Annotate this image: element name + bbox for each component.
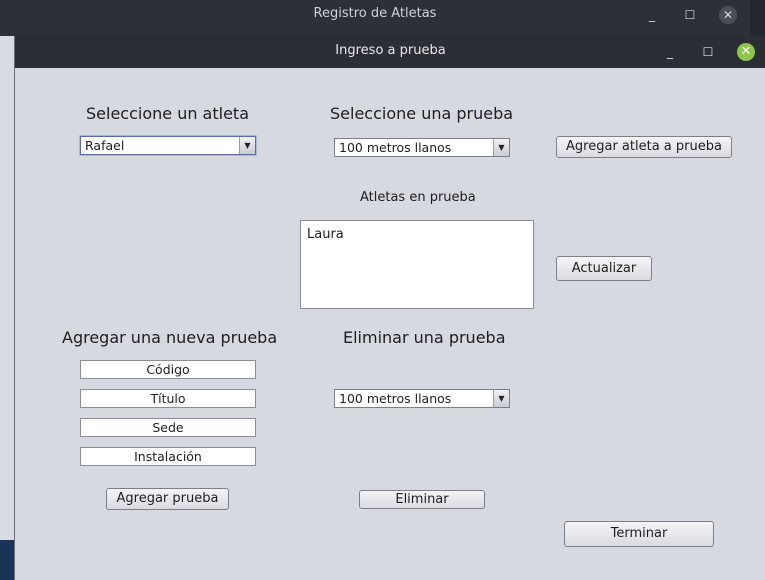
delete-button[interactable]: Eliminar bbox=[359, 490, 485, 509]
background-close-icon[interactable]: ✕ bbox=[719, 6, 737, 24]
athletes-in-event-list[interactable]: Laura bbox=[300, 220, 534, 309]
delete-event-combobox[interactable]: 100 metros llanos ▼ bbox=[334, 389, 510, 408]
athlete-combobox-value: Rafael bbox=[85, 138, 125, 153]
dialog-titlebar[interactable]: Ingreso a prueba _ ☐ ✕ bbox=[15, 36, 765, 68]
delete-event-heading: Eliminar una prueba bbox=[343, 328, 506, 347]
minimize-icon[interactable]: _ bbox=[661, 43, 679, 61]
background-window-body bbox=[0, 36, 14, 540]
select-athlete-heading: Seleccione un atleta bbox=[86, 104, 249, 123]
background-maximize-icon[interactable]: ☐ bbox=[681, 6, 699, 24]
maximize-icon[interactable]: ☐ bbox=[699, 43, 717, 61]
dialog-title: Ingreso a prueba bbox=[335, 43, 446, 58]
code-field[interactable]: Código bbox=[80, 360, 256, 379]
finish-button[interactable]: Terminar bbox=[564, 521, 714, 547]
title-field[interactable]: Título bbox=[80, 389, 256, 408]
delete-event-combobox-value: 100 metros llanos bbox=[339, 391, 452, 406]
athletes-in-event-label: Atletas en prueba bbox=[360, 190, 476, 205]
chevron-down-icon[interactable]: ▼ bbox=[239, 137, 255, 154]
background-minimize-icon[interactable]: _ bbox=[643, 6, 661, 24]
background-window-titlebar[interactable]: Registro de Atletas _ ☐ ✕ bbox=[0, 0, 750, 30]
add-event-button[interactable]: Agregar prueba bbox=[106, 488, 229, 510]
chevron-down-icon[interactable]: ▼ bbox=[493, 139, 509, 156]
chevron-down-icon[interactable]: ▼ bbox=[493, 390, 509, 407]
facility-field[interactable]: Instalación bbox=[80, 447, 256, 466]
background-window-title: Registro de Atletas bbox=[313, 6, 437, 21]
athlete-combobox[interactable]: Rafael ▼ bbox=[80, 136, 256, 155]
add-athlete-to-event-button[interactable]: Agregar atleta a prueba bbox=[556, 136, 732, 158]
desktop-corner bbox=[0, 540, 14, 580]
select-event-heading: Seleccione una prueba bbox=[330, 104, 514, 123]
list-item[interactable]: Laura bbox=[307, 227, 344, 242]
new-event-heading: Agregar una nueva prueba bbox=[62, 328, 278, 347]
update-button[interactable]: Actualizar bbox=[556, 256, 652, 281]
ingreso-a-prueba-dialog: Ingreso a prueba _ ☐ ✕ Seleccione un atl… bbox=[14, 36, 765, 580]
close-icon[interactable]: ✕ bbox=[737, 43, 755, 61]
event-combobox-value: 100 metros llanos bbox=[339, 140, 452, 155]
event-combobox[interactable]: 100 metros llanos ▼ bbox=[334, 138, 510, 157]
venue-field[interactable]: Sede bbox=[80, 418, 256, 437]
